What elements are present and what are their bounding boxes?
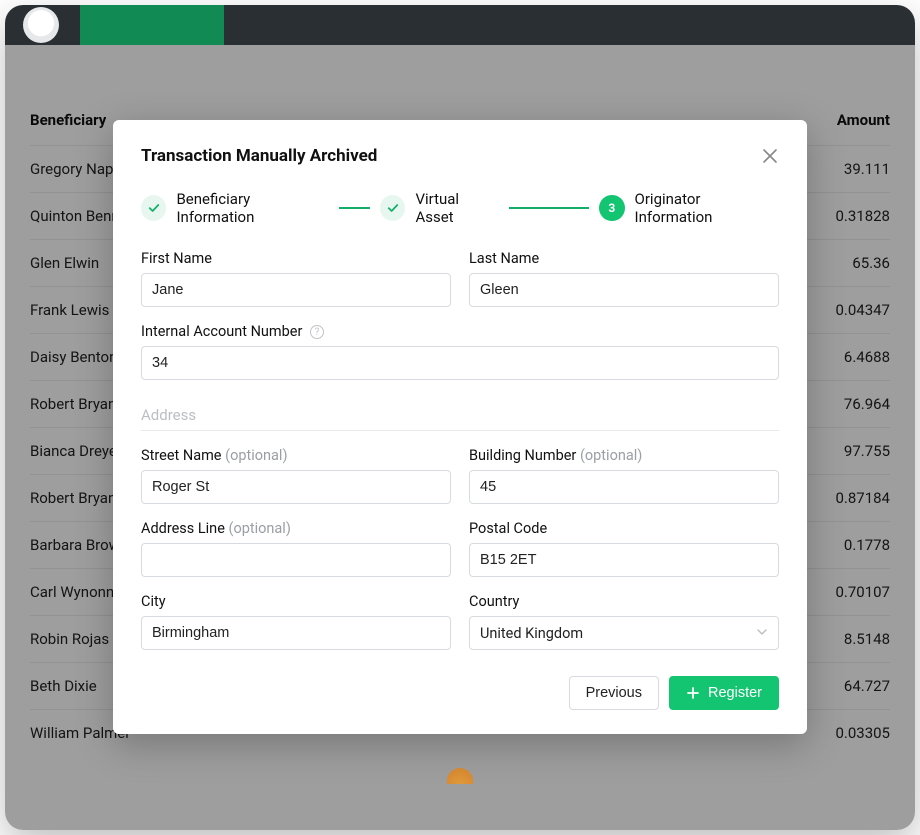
step-beneficiary[interactable]: Beneficiary Information (141, 190, 329, 226)
first-name-label: First Name (141, 250, 451, 267)
street-input[interactable] (141, 470, 451, 504)
step-originator[interactable]: 3 Originator Information (599, 190, 779, 226)
step-number: 3 (599, 195, 624, 221)
check-icon (141, 195, 166, 221)
step-label: Beneficiary Information (176, 190, 328, 226)
city-label: City (141, 593, 451, 610)
street-row: Street Name (optional) (141, 447, 451, 504)
country-label: Country (469, 593, 779, 610)
step-connector (509, 207, 589, 209)
optional-tag: (optional) (229, 520, 291, 537)
street-text: Street Name (141, 447, 222, 464)
address-line-text: Address Line (141, 520, 225, 537)
city-input[interactable] (141, 616, 451, 650)
check-icon (380, 195, 405, 221)
archive-modal: Transaction Manually Archived Beneficiar… (113, 120, 807, 734)
modal-footer: Previous Register (141, 676, 779, 710)
address-line-input[interactable] (141, 543, 451, 577)
internal-account-row: Internal Account Number ? (141, 323, 779, 380)
step-virtual-asset[interactable]: Virtual Asset (380, 190, 499, 226)
app-logo (23, 7, 59, 43)
chevron-down-icon (756, 625, 768, 642)
country-value: United Kingdom (480, 625, 583, 642)
previous-label: Previous (586, 685, 642, 701)
address-line-label: Address Line (optional) (141, 520, 451, 537)
step-label: Originator Information (635, 190, 779, 226)
topbar (5, 5, 915, 45)
street-label: Street Name (optional) (141, 447, 451, 464)
building-label: Building Number (optional) (469, 447, 779, 464)
register-label: Register (708, 685, 762, 701)
modal-header: Transaction Manually Archived (141, 146, 779, 166)
table-host: Beneficiary Amount Gregory Napier39.111Q… (5, 45, 915, 830)
optional-tag: (optional) (580, 447, 642, 464)
last-name-input[interactable] (469, 273, 779, 307)
building-input[interactable] (469, 470, 779, 504)
city-row: City (141, 593, 451, 650)
modal-title: Transaction Manually Archived (141, 146, 377, 166)
first-name-row: First Name (141, 250, 451, 307)
app-window: Beneficiary Amount Gregory Napier39.111Q… (5, 5, 915, 830)
building-row: Building Number (optional) (469, 447, 779, 504)
optional-tag: (optional) (225, 447, 287, 464)
close-icon[interactable] (761, 147, 779, 165)
step-label: Virtual Asset (415, 190, 499, 226)
last-name-row: Last Name (469, 250, 779, 307)
last-name-label: Last Name (469, 250, 779, 267)
stepper: Beneficiary Information Virtual Asset 3 … (141, 190, 779, 226)
help-icon[interactable]: ? (310, 325, 324, 339)
plus-icon (686, 686, 700, 700)
step-connector (339, 207, 370, 209)
country-select[interactable]: United Kingdom (469, 616, 779, 650)
internal-account-text: Internal Account Number (141, 323, 302, 340)
previous-button[interactable]: Previous (569, 676, 659, 710)
postal-label: Postal Code (469, 520, 779, 537)
postal-row: Postal Code (469, 520, 779, 577)
register-button[interactable]: Register (669, 676, 779, 710)
country-row: Country United Kingdom (469, 593, 779, 650)
address-line-row: Address Line (optional) (141, 520, 451, 577)
building-text: Building Number (469, 447, 576, 464)
internal-account-label: Internal Account Number ? (141, 323, 779, 340)
active-tab[interactable] (80, 5, 224, 45)
first-name-input[interactable] (141, 273, 451, 307)
postal-input[interactable] (469, 543, 779, 577)
address-section-title: Address (141, 400, 779, 431)
internal-account-input[interactable] (141, 346, 779, 380)
form: First Name Last Name Internal Account Nu… (141, 250, 779, 650)
